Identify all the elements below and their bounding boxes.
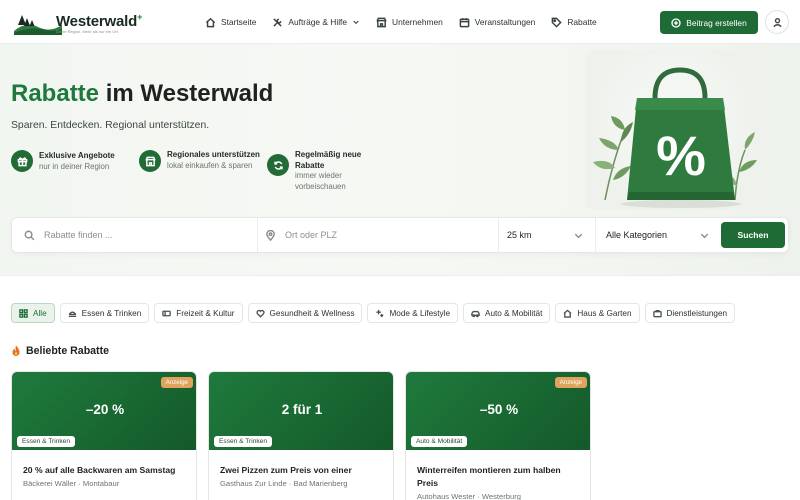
card-banner: –20 % Anzeige Essen & Trinken <box>12 372 196 450</box>
logo-name: Westerwald+ <box>56 12 143 30</box>
shop-icon <box>144 156 156 166</box>
map-pin-icon <box>266 229 275 241</box>
user-icon <box>772 17 782 27</box>
filter-auto-mobilitaet[interactable]: Auto & Mobilität <box>463 303 551 323</box>
logo[interactable]: Westerwald+ Deine Region. Mehr als nur e… <box>12 8 147 36</box>
divider <box>257 218 258 252</box>
card-title: Zwei Pizzen zum Preis von einer <box>220 465 352 475</box>
main-nav: Startseite Aufträge & Hilfe Unternehmen … <box>205 0 597 44</box>
search-icon <box>24 230 35 240</box>
gift-icon <box>17 156 27 166</box>
house-icon <box>563 308 572 318</box>
discount-value: –50 % <box>479 402 519 417</box>
nav-auftraege[interactable]: Aufträge & Hilfe <box>272 17 360 28</box>
calendar-icon <box>459 17 470 27</box>
search-bar: Rabatte finden ... Ort oder PLZ 25 km Al… <box>11 217 789 253</box>
filter-mode-lifestyle[interactable]: Mode & Lifestyle <box>367 303 459 323</box>
ad-badge: Anzeige <box>160 377 193 388</box>
feature-regional: Regionales unterstützen lokal einkaufen … <box>139 150 264 172</box>
hero-section: Rabatte im Westerwald Sparen. Entdecken.… <box>0 44 800 276</box>
car-icon <box>471 310 480 317</box>
page-subtitle: Sparen. Entdecken. Regional unterstützen… <box>11 120 210 131</box>
svg-text:%: % <box>656 124 706 187</box>
card-merchant: Gasthaus Zur Linde · Bad Marienberg <box>220 479 348 488</box>
location-input[interactable]: Ort oder PLZ <box>265 218 495 252</box>
ticket-icon <box>162 310 172 316</box>
radius-select[interactable]: 25 km <box>507 218 584 252</box>
page-title: Rabatte im Westerwald <box>11 80 274 107</box>
nav-rabatte[interactable]: Rabatte <box>551 17 597 28</box>
card-merchant: Bäckerei Wäller · Montabaur <box>23 479 120 488</box>
store-icon <box>376 17 387 27</box>
card-title: Winterreifen montieren zum halben Preis <box>417 465 561 488</box>
food-icon <box>68 310 76 317</box>
ad-badge: Anzeige <box>554 377 587 388</box>
category-filter-bar: Alle Essen & Trinken Freizeit & Kultur G… <box>11 303 736 323</box>
nav-veranstaltungen[interactable]: Veranstaltungen <box>459 17 535 28</box>
create-post-button[interactable]: Beitrag erstellen <box>660 11 758 34</box>
plus-circle-icon <box>671 17 681 28</box>
filter-haus-garten[interactable]: Haus & Garten <box>555 303 640 323</box>
grid-icon <box>19 308 28 318</box>
section-title-popular: Beliebte Rabatte <box>11 345 109 357</box>
tag-icon <box>551 17 563 28</box>
discount-card[interactable]: –20 % Anzeige Essen & Trinken 20 % auf a… <box>11 371 197 500</box>
search-button[interactable]: Suchen <box>721 222 785 248</box>
discount-card[interactable]: 2 für 1 Essen & Trinken Zwei Pizzen zum … <box>208 371 394 500</box>
divider <box>595 218 596 252</box>
divider <box>498 218 499 252</box>
heart-icon <box>255 309 265 318</box>
sparkle-icon <box>376 309 384 317</box>
category-badge: Auto & Mobilität <box>411 436 468 447</box>
filter-dienstleistungen[interactable]: Dienstleistungen <box>644 303 736 323</box>
category-select[interactable]: Alle Kategorien <box>606 218 710 252</box>
feature-exclusive: Exklusive Angebote nur in deiner Region <box>11 150 115 172</box>
chevron-down-icon <box>700 233 709 239</box>
filter-gesundheit-wellness[interactable]: Gesundheit & Wellness <box>247 303 363 323</box>
nav-startseite[interactable]: Startseite <box>205 17 256 28</box>
hero-shopping-bag-image: % <box>585 50 760 210</box>
logo-tagline: Deine Region. Mehr als nur ein Ort. <box>56 29 119 34</box>
briefcase-icon <box>652 309 662 317</box>
refresh-icon <box>273 160 283 170</box>
user-account-button[interactable] <box>765 10 789 34</box>
card-banner: –50 % Anzeige Auto & Mobilität <box>406 372 590 450</box>
flame-icon <box>12 345 20 356</box>
discount-value: –20 % <box>85 402 125 417</box>
tools-icon <box>273 17 283 27</box>
chevron-down-icon <box>353 20 359 25</box>
feature-new: Regelmäßig neue Rabatte immer wieder vor… <box>267 150 377 192</box>
filter-essen-trinken[interactable]: Essen & Trinken <box>59 303 150 323</box>
discount-search-input[interactable]: Rabatte finden ... <box>24 218 254 252</box>
card-title: 20 % auf alle Backwaren am Samstag <box>23 465 176 475</box>
nav-unternehmen[interactable]: Unternehmen <box>376 17 443 28</box>
category-badge: Essen & Trinken <box>17 436 76 447</box>
site-header: Westerwald+ Deine Region. Mehr als nur e… <box>0 0 800 44</box>
category-badge: Essen & Trinken <box>214 436 273 447</box>
filter-freizeit-kultur[interactable]: Freizeit & Kultur <box>154 303 243 323</box>
shopping-bag-icon: % <box>593 67 757 208</box>
discount-value: 2 für 1 <box>281 402 323 417</box>
home-icon <box>205 17 216 27</box>
discount-card[interactable]: –50 % Anzeige Auto & Mobilität Winterrei… <box>405 371 591 500</box>
filter-alle[interactable]: Alle <box>11 303 55 323</box>
chevron-down-icon <box>574 233 583 239</box>
card-merchant: Autohaus Wester · Westerburg <box>417 492 521 500</box>
card-banner: 2 für 1 Essen & Trinken <box>209 372 393 450</box>
